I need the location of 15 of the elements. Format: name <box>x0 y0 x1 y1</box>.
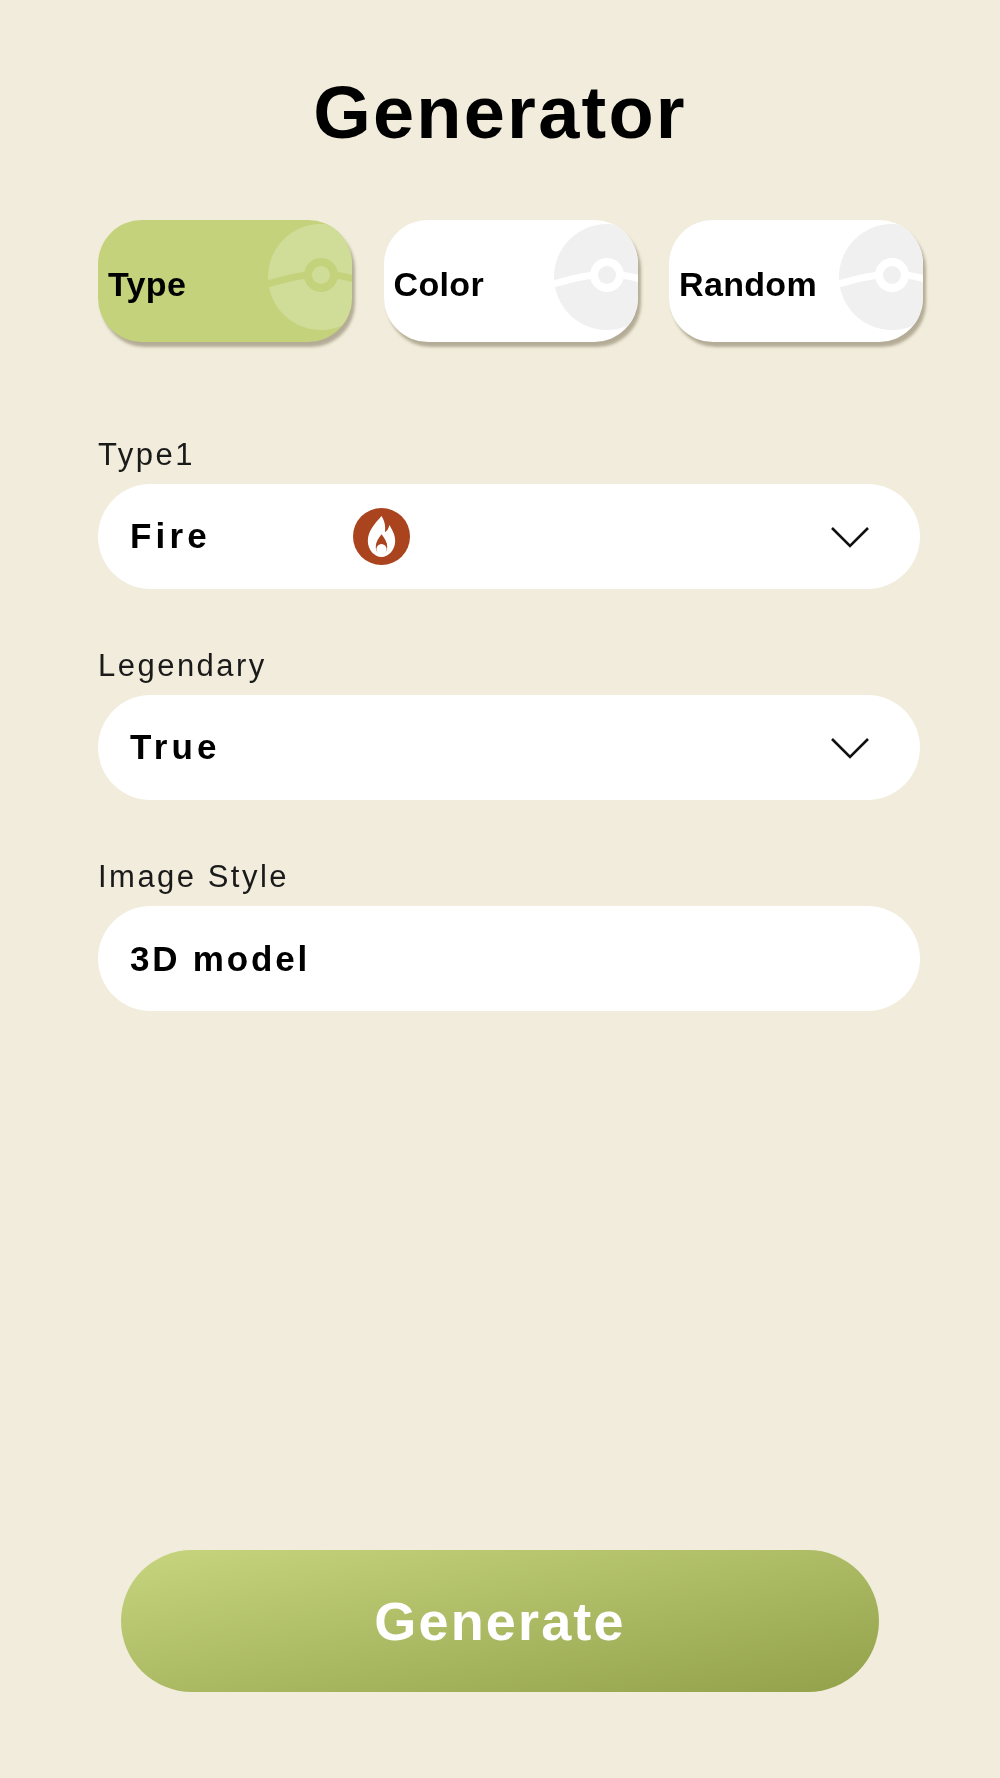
dropdown[interactable]: True <box>98 695 920 800</box>
pokeball-icon <box>268 224 352 330</box>
chevron-down-icon <box>830 736 870 759</box>
pokeball-icon <box>553 224 638 330</box>
field-label: Legendary <box>98 649 267 683</box>
dropdown[interactable]: Fire <box>98 484 920 589</box>
page-title: Generator <box>313 76 687 150</box>
tab[interactable]: Random <box>669 220 923 342</box>
field-label: Type1 <box>98 438 195 472</box>
text-field[interactable]: 3D model <box>98 906 920 1011</box>
tab[interactable]: Color <box>383 220 638 342</box>
pokeball-icon <box>839 224 923 330</box>
field-label: Image Style <box>98 860 289 894</box>
tab[interactable]: Type <box>98 220 352 342</box>
chevron-down-icon <box>830 525 870 548</box>
